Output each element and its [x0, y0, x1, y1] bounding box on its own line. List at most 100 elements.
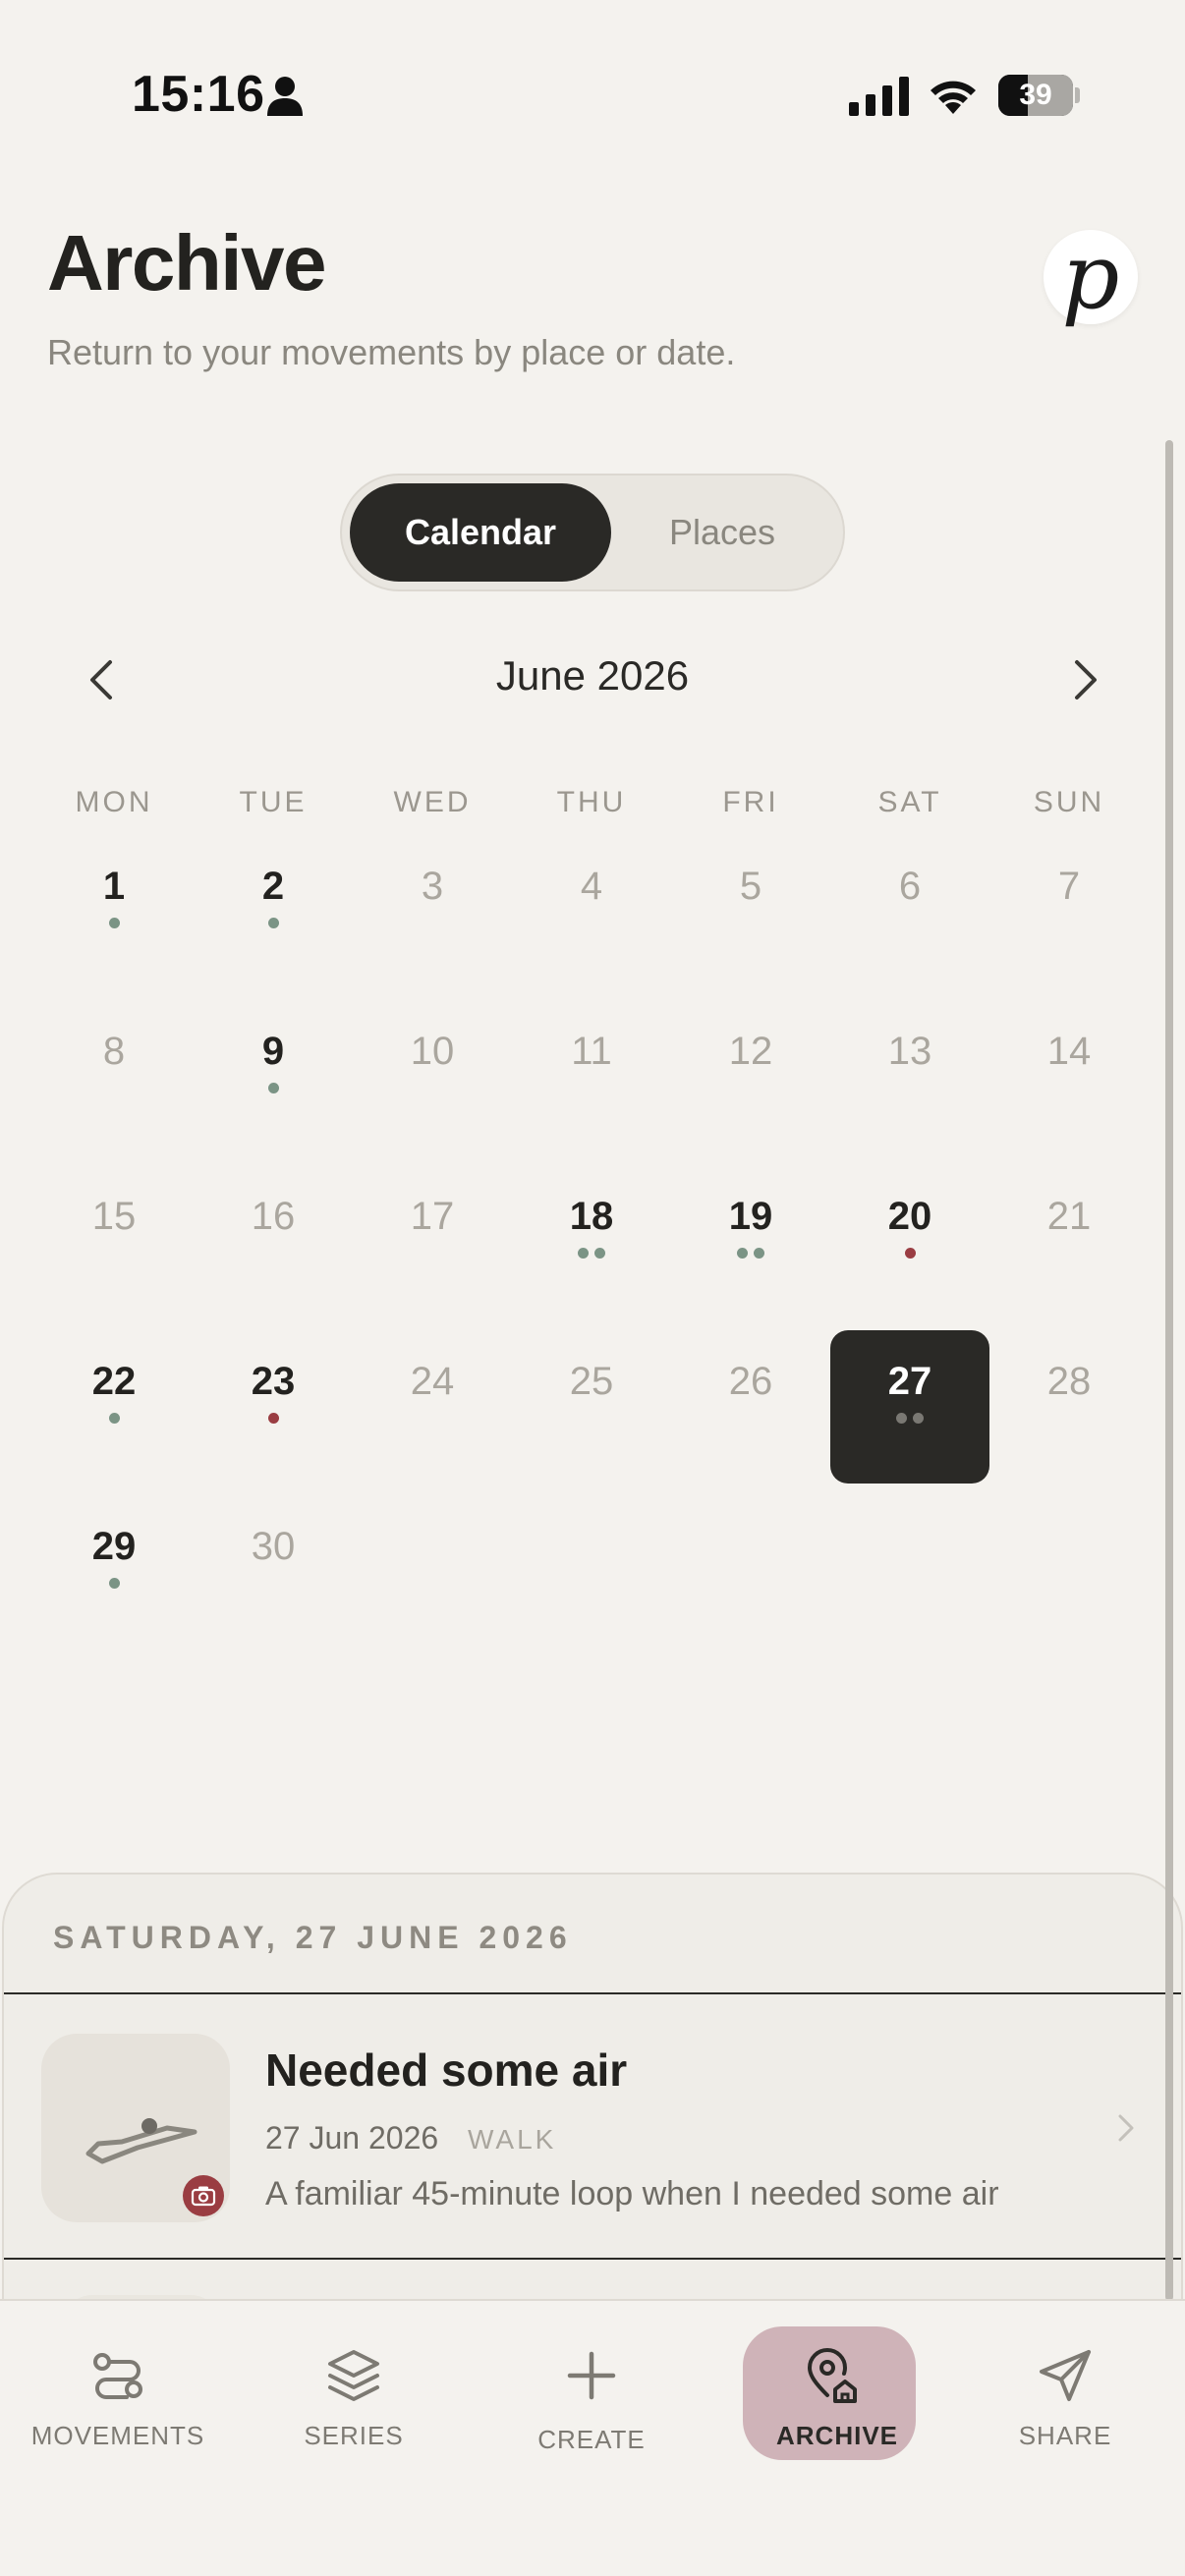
calendar-day-29[interactable]: 29	[34, 1505, 194, 1662]
calendar-day-24[interactable]: 24	[353, 1340, 512, 1497]
tab-label: SERIES	[304, 2421, 404, 2450]
entry-dot	[737, 1248, 748, 1259]
segment-calendar[interactable]: Calendar	[350, 483, 611, 582]
day-number: 18	[569, 1195, 614, 1238]
calendar-day-19[interactable]: 19	[671, 1175, 830, 1332]
calendar-day-13[interactable]: 13	[830, 1010, 989, 1167]
day-number: 12	[728, 1030, 773, 1073]
entry-type: WALK	[468, 2124, 557, 2155]
person-icon	[267, 77, 303, 116]
weekday-label: SAT	[877, 786, 942, 818]
calendar-day-1[interactable]: 1	[34, 845, 194, 1002]
calendar-day-7[interactable]: 7	[989, 845, 1149, 1002]
month-label: June 2026	[495, 652, 690, 699]
day-number: 30	[251, 1525, 296, 1568]
calendar-day-12[interactable]: 12	[671, 1010, 830, 1167]
calendar-day-22[interactable]: 22	[34, 1340, 194, 1497]
calendar-day-27[interactable]: 27	[830, 1330, 989, 1497]
calendar-day-2[interactable]: 2	[194, 845, 353, 1002]
calendar-day-5[interactable]: 5	[671, 845, 830, 1002]
battery-indicator: 39	[998, 75, 1080, 116]
entry-dot	[904, 1248, 916, 1259]
profile-avatar[interactable]: p	[1044, 230, 1138, 324]
tab-label: CREATE	[537, 2425, 646, 2454]
day-number: 4	[580, 865, 603, 908]
calendar-day-30[interactable]: 30	[194, 1505, 353, 1662]
plus-icon	[567, 2351, 616, 2400]
calendar-day-26[interactable]: 26	[671, 1340, 830, 1497]
weekday-header: MON TUE WED THU FRI SAT SUN	[34, 786, 1151, 825]
view-segmented-control: Calendar Places	[340, 474, 845, 591]
calendar-day-6[interactable]: 6	[830, 845, 989, 1002]
day-number: 22	[91, 1360, 137, 1403]
weekday-label: TUE	[239, 786, 308, 818]
calendar-day-9[interactable]: 9	[194, 1010, 353, 1167]
next-month-chevron-icon[interactable]	[1063, 654, 1106, 705]
day-number: 2	[261, 865, 285, 908]
entry-dot	[594, 1248, 605, 1259]
calendar-day-14[interactable]: 14	[989, 1010, 1149, 1167]
day-number: 13	[887, 1030, 932, 1073]
calendar-day-15[interactable]: 15	[34, 1175, 194, 1332]
battery-cap	[1075, 87, 1080, 103]
calendar-day-21[interactable]: 21	[989, 1175, 1149, 1332]
day-number: 16	[251, 1195, 296, 1238]
calendar-day-28[interactable]: 28	[989, 1340, 1149, 1497]
selected-day-highlight	[830, 1330, 989, 1484]
entry-dots	[830, 1248, 989, 1261]
day-number: 24	[410, 1360, 455, 1403]
day-number: 14	[1046, 1030, 1092, 1073]
entry-dots	[671, 1248, 830, 1261]
weekday-label: FRI	[722, 786, 779, 818]
calendar-day-11[interactable]: 11	[512, 1010, 671, 1167]
bottom-tab-bar: MOVEMENTS SERIES CREATE ARCHIVE SHARE	[0, 2299, 1185, 2576]
day-number: 3	[421, 865, 444, 908]
calendar-day-16[interactable]: 16	[194, 1175, 353, 1332]
weekday-label: MON	[75, 786, 153, 818]
entry-dot	[913, 1413, 924, 1424]
day-number: 9	[261, 1030, 285, 1073]
calendar-day-25[interactable]: 25	[512, 1340, 671, 1497]
tab-create[interactable]: CREATE	[503, 2326, 680, 2460]
archive-screen: 15:16 39 Archive Return to your movement…	[0, 0, 1185, 2576]
day-number: 28	[1046, 1360, 1092, 1403]
layers-icon	[328, 2350, 379, 2401]
previous-month-chevron-icon[interactable]	[81, 654, 124, 705]
segment-places[interactable]: Places	[611, 483, 833, 582]
calendar-day-3[interactable]: 3	[353, 845, 512, 1002]
send-icon	[1040, 2350, 1091, 2401]
tab-movements[interactable]: MOVEMENTS	[29, 2326, 206, 2460]
day-number: 19	[728, 1195, 773, 1238]
tab-archive[interactable]: ARCHIVE	[743, 2326, 926, 2460]
entry-dots	[194, 918, 353, 931]
calendar-day-20[interactable]: 20	[830, 1175, 989, 1332]
day-number: 17	[410, 1195, 455, 1238]
battery-percentage: 39	[1019, 79, 1052, 111]
calendar-day-4[interactable]: 4	[512, 845, 671, 1002]
calendar-day-18[interactable]: 18	[512, 1175, 671, 1332]
calendar-day-10[interactable]: 10	[353, 1010, 512, 1167]
tab-label: ARCHIVE	[775, 2421, 898, 2450]
day-number: 29	[91, 1525, 137, 1568]
day-number: 23	[251, 1360, 296, 1403]
route-path-icon	[93, 2353, 142, 2399]
day-number: 6	[898, 865, 922, 908]
tab-label: SHARE	[1018, 2421, 1112, 2450]
tab-share[interactable]: SHARE	[977, 2326, 1154, 2460]
day-number: 20	[887, 1195, 932, 1238]
entry-title: Needed some air	[265, 2044, 628, 2096]
entry-dot	[108, 1578, 120, 1589]
entry-dots	[194, 1413, 353, 1427]
calendar-day-8[interactable]: 8	[34, 1010, 194, 1167]
tab-label: MOVEMENTS	[30, 2421, 205, 2450]
page-title: Archive	[47, 219, 326, 307]
entry-dot	[267, 1083, 279, 1093]
day-number: 27	[887, 1360, 932, 1403]
scrollbar[interactable]	[1165, 440, 1173, 2301]
calendar-day-23[interactable]: 23	[194, 1340, 353, 1497]
divider	[4, 2258, 1181, 2260]
calendar-day-17[interactable]: 17	[353, 1175, 512, 1332]
entry-dots	[34, 1578, 194, 1592]
tab-series[interactable]: SERIES	[265, 2326, 442, 2460]
day-number: 7	[1057, 865, 1081, 908]
